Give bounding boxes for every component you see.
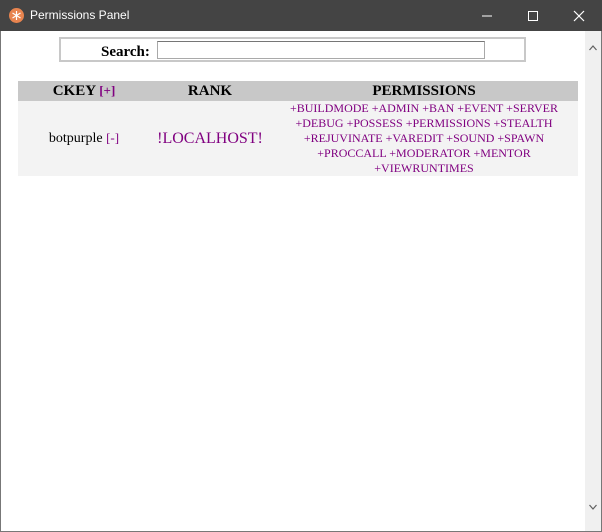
rank-cell: !LOCALHOST! [150, 101, 270, 176]
permission-link[interactable]: +SERVER [506, 101, 558, 115]
permission-link[interactable]: +VIEWRUNTIMES [374, 161, 473, 175]
permission-link[interactable]: +POSSESS [347, 116, 403, 130]
scroll-up-icon[interactable] [589, 45, 597, 51]
scroll-down-icon[interactable] [589, 504, 597, 510]
permission-link[interactable]: +MODERATOR [389, 146, 470, 160]
permission-link[interactable]: +STEALTH [494, 116, 553, 130]
permission-link[interactable]: +VAREDIT [386, 131, 444, 145]
permission-link[interactable]: +BAN [422, 101, 454, 115]
ckey-header: CKEY [+] [18, 81, 150, 101]
remove-admin-link[interactable]: [-] [106, 130, 119, 145]
rank-link[interactable]: !LOCALHOST! [157, 130, 263, 147]
permission-link[interactable]: +EVENT [457, 101, 503, 115]
add-admin-link[interactable]: [+] [99, 83, 115, 98]
permission-link[interactable]: +SPAWN [497, 131, 544, 145]
permissions-table: CKEY [+] RANK PERMISSIONS botpurple [-] … [18, 81, 578, 176]
panel-content: Search: CKEY [+] RANK PERMISSIONS botpur… [0, 31, 585, 531]
table-header-row: CKEY [+] RANK PERMISSIONS [18, 81, 578, 101]
minimize-button[interactable] [464, 0, 510, 31]
search-label: Search: [101, 44, 150, 60]
table-row: botpurple [-] !LOCALHOST! +BUILDMODE +AD… [18, 101, 578, 176]
maximize-button[interactable] [510, 0, 556, 31]
permission-link[interactable]: +MENTOR [474, 146, 531, 160]
search-input[interactable] [157, 41, 485, 59]
window-border [0, 31, 1, 532]
permission-link[interactable]: +REJUVINATE [304, 131, 383, 145]
ckey-cell: botpurple [-] [18, 101, 150, 176]
minimize-icon [482, 15, 492, 17]
permissions-cell: +BUILDMODE +ADMIN +BAN +EVENT +SERVER +D… [270, 101, 578, 176]
ckey-header-label: CKEY [52, 82, 96, 99]
app-logo-icon [9, 8, 24, 23]
permission-link[interactable]: +PROCCALL [317, 146, 386, 160]
permission-link[interactable]: +PERMISSIONS [406, 116, 491, 130]
close-button[interactable] [556, 0, 602, 31]
permission-link[interactable]: +DEBUG [295, 116, 343, 130]
permission-link[interactable]: +BUILDMODE [290, 101, 369, 115]
permission-link[interactable]: +ADMIN [372, 101, 419, 115]
title-bar: Permissions Panel [0, 0, 602, 31]
close-icon [573, 10, 585, 22]
ckey-name: botpurple [48, 131, 103, 146]
search-box: Search: [59, 37, 526, 62]
permission-link[interactable]: +SOUND [446, 131, 494, 145]
vertical-scrollbar[interactable] [585, 31, 601, 531]
permissions-header: PERMISSIONS [270, 81, 578, 101]
maximize-icon [528, 11, 538, 21]
rank-header: RANK [150, 81, 270, 101]
window-title: Permissions Panel [30, 8, 130, 22]
